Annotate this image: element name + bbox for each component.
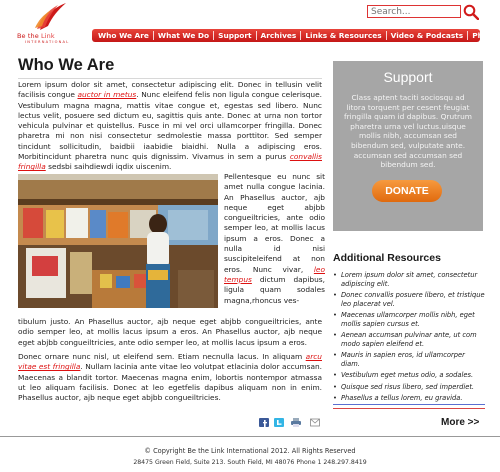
market-stall-photo — [18, 174, 218, 308]
print-icon[interactable] — [291, 418, 301, 427]
resource-item: Quisque sed risus libero, sed imperdiet. — [333, 383, 485, 392]
resource-item: Donec convallis posuere libero, et trist… — [333, 291, 485, 309]
side-paragraph: Pellentesque eu nunc sit amet nulla cong… — [224, 172, 325, 305]
search-input[interactable] — [367, 5, 461, 18]
resource-item: Lorem ipsum dolor sit amet, consectetur … — [333, 271, 485, 289]
page-title: Who We Are — [18, 56, 115, 74]
wing-logo-icon — [35, 3, 66, 30]
twitter-icon[interactable] — [274, 418, 284, 427]
nav-who-we-are[interactable]: Who We Are — [94, 31, 154, 40]
main-nav: Who We Are What We Do Support Archives L… — [92, 29, 500, 42]
support-title: Support — [383, 69, 433, 85]
auctor-link[interactable]: auctor in metus — [77, 90, 136, 99]
nav-links-resources[interactable]: Links & Resources — [301, 31, 387, 40]
nav-support[interactable]: Support — [214, 31, 257, 40]
resource-item: Mauris in sapien eros, id ullamcorper di… — [333, 351, 485, 369]
nav-video-podcasts[interactable]: Video & Podcasts — [387, 31, 469, 40]
resource-item: Maecenas ullamcorper mollis nibh, eget m… — [333, 311, 485, 329]
brand-subtitle: INTERNATIONAL — [25, 40, 70, 44]
footer-divider — [0, 436, 500, 437]
facebook-icon[interactable] — [259, 418, 269, 427]
email-icon[interactable] — [310, 418, 320, 427]
site-logo[interactable]: Be the Link INTERNATIONAL — [12, 2, 82, 46]
sidebar-divider-blue — [333, 404, 485, 405]
donate-button[interactable]: DONATE — [372, 180, 442, 202]
nav-archives[interactable]: Archives — [257, 31, 302, 40]
support-text: Class aptent taciti sociosqu ad litora t… — [344, 93, 472, 170]
brand-name: Be the Link — [17, 32, 55, 40]
resource-item: Phasellus a tellus lorem, eu gravida. — [333, 394, 485, 403]
more-link[interactable]: More >> — [441, 417, 479, 428]
intro-paragraph: Lorem ipsum dolor sit amet, consectetur … — [18, 80, 323, 172]
nav-photos[interactable]: Photos — [468, 31, 500, 40]
search-icon[interactable] — [463, 4, 479, 20]
title-divider — [18, 78, 322, 79]
resource-item: Aenean accumsan pulvinar ante, ut com mo… — [333, 331, 485, 349]
closing-paragraph: Donec ornare nunc nisl, ut eleifend sem.… — [18, 352, 323, 403]
continued-paragraph: tibulum justo. An Phasellus auctor, ajb … — [18, 317, 322, 347]
support-panel: Support Class aptent taciti sociosqu ad … — [333, 61, 483, 231]
sidebar-divider-red — [333, 408, 485, 409]
address-text: 28475 Green Field, Suite 213. South Fiel… — [133, 459, 367, 466]
resource-item: Vestibulum eget metus odio, a sodales. — [333, 371, 485, 380]
copyright-text: © Copyright Be the Link International 20… — [144, 447, 356, 455]
additional-resources-title: Additional Resources — [333, 252, 441, 264]
nav-what-we-do[interactable]: What We Do — [154, 31, 215, 40]
additional-resources-list: Lorem ipsum dolor sit amet, consectetur … — [333, 271, 485, 405]
